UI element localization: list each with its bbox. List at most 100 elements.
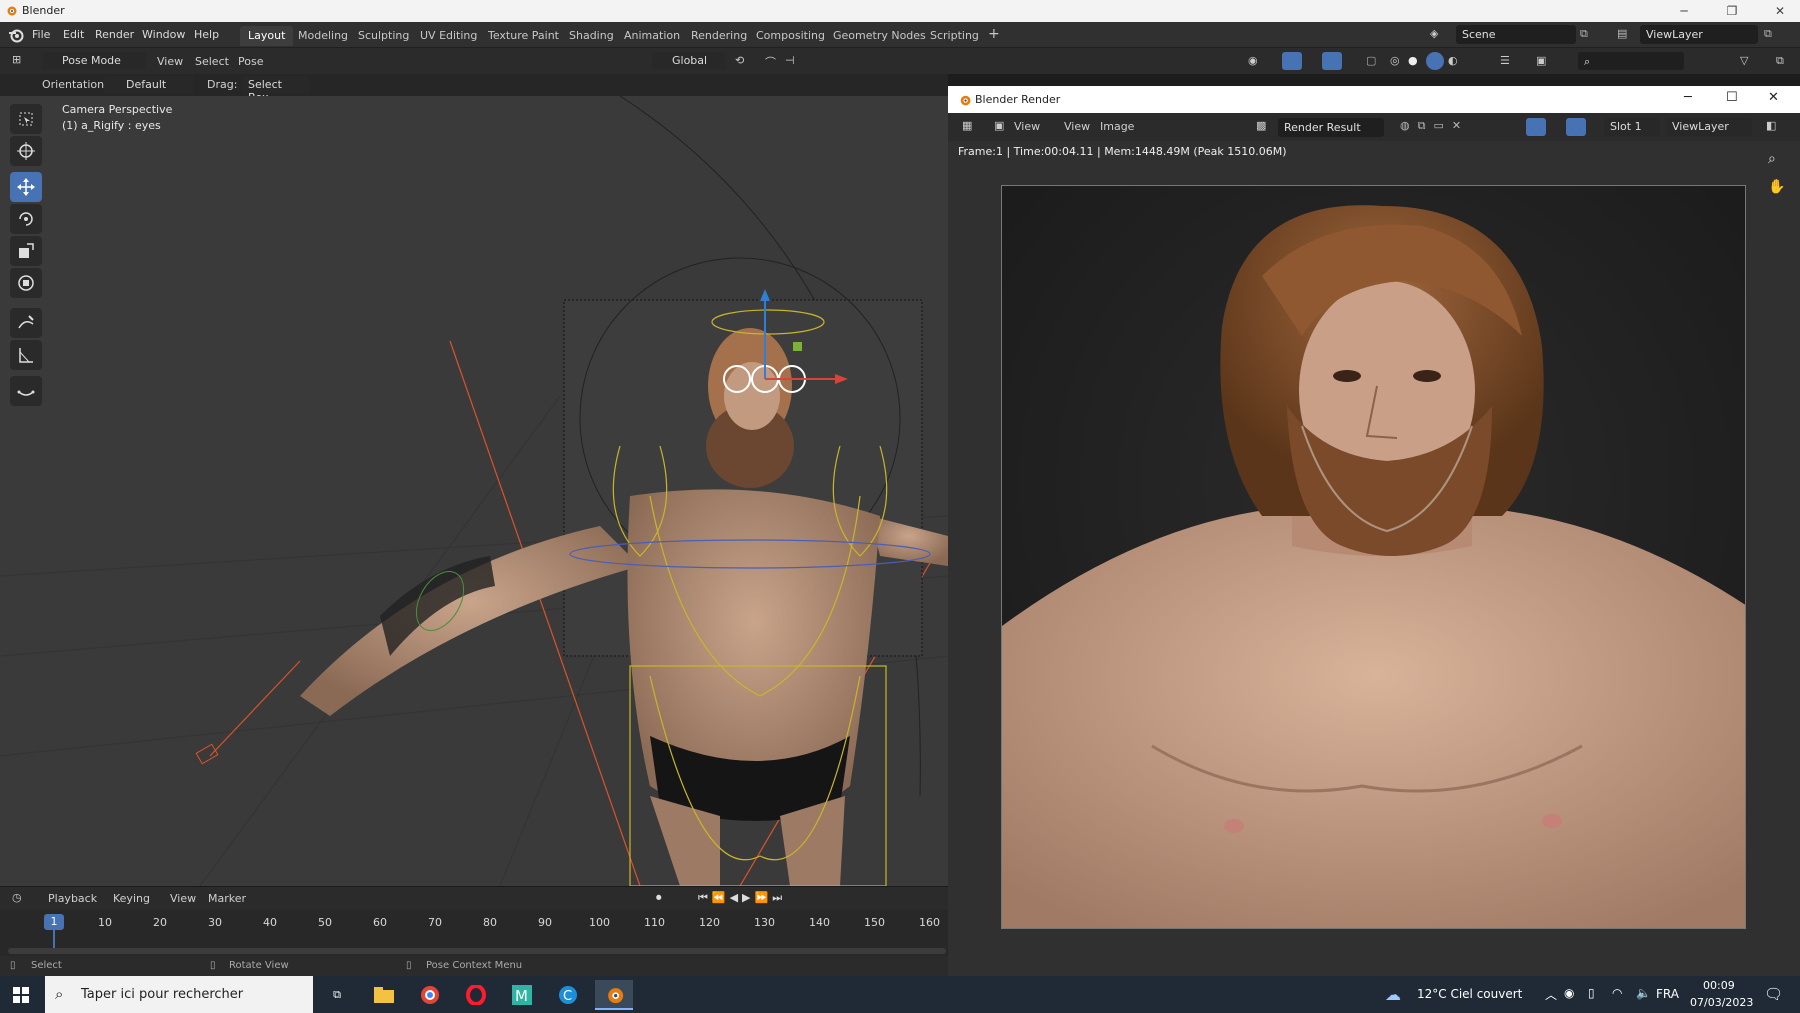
image-overlay-icon[interactable] bbox=[1566, 118, 1586, 136]
language-indicator[interactable]: FRA bbox=[1656, 987, 1679, 1001]
tab-modeling[interactable]: Modeling bbox=[290, 26, 356, 46]
menu-pose[interactable]: Pose bbox=[238, 55, 263, 68]
tab-uv-editing[interactable]: UV Editing bbox=[412, 26, 485, 46]
render-result-field[interactable]: Render Result bbox=[1278, 118, 1384, 137]
maya-icon[interactable]: M bbox=[503, 980, 541, 1010]
timeline-scrollbar[interactable] bbox=[8, 948, 946, 954]
visibility-icon[interactable]: ◉ bbox=[1248, 54, 1258, 67]
timeline-editor-icon[interactable]: ◷ bbox=[12, 891, 22, 904]
battery-icon[interactable]: ▯ bbox=[1588, 986, 1595, 1000]
view-layer-icon[interactable]: ▤ bbox=[1617, 27, 1627, 40]
menu-view[interactable]: View bbox=[157, 55, 183, 68]
select-box-tool-icon[interactable] bbox=[10, 104, 42, 134]
volume-icon[interactable]: 🔈 bbox=[1636, 986, 1651, 1000]
restore-button[interactable]: ❐ bbox=[1714, 2, 1750, 20]
file-explorer-icon[interactable] bbox=[365, 980, 403, 1010]
image-view-dropdown[interactable]: View bbox=[1014, 120, 1040, 133]
tab-layout[interactable]: Layout bbox=[240, 26, 294, 46]
new-collection-icon[interactable]: ⧉ bbox=[1776, 54, 1784, 68]
tab-texture-paint[interactable]: Texture Paint bbox=[480, 26, 567, 46]
menu-window[interactable]: Window bbox=[142, 28, 185, 41]
clock-date[interactable]: 07/03/2023 bbox=[1690, 996, 1753, 1009]
image-gizmo-icon[interactable] bbox=[1526, 118, 1546, 136]
xray-icon[interactable]: ▢ bbox=[1366, 54, 1376, 67]
proportional-icon[interactable]: ⊣ bbox=[785, 54, 795, 67]
outliner-search-input[interactable]: ⌕ bbox=[1578, 52, 1684, 70]
pan-hand-icon[interactable]: ✋ bbox=[1768, 179, 1785, 195]
wireframe-shading-icon[interactable]: ◎ bbox=[1390, 54, 1400, 67]
blender-menu-icon[interactable] bbox=[8, 27, 24, 46]
overlay-toggle-icon[interactable] bbox=[1322, 52, 1342, 70]
zoom-icon[interactable]: ⌕ bbox=[1768, 151, 1776, 167]
weather-text[interactable]: 12°C Ciel couvert bbox=[1417, 987, 1522, 1001]
tab-animation[interactable]: Animation bbox=[616, 26, 688, 46]
editor-type-icon[interactable]: ⊞ bbox=[12, 53, 21, 66]
menu-file[interactable]: File bbox=[32, 28, 50, 41]
ccleaner-icon[interactable]: C bbox=[549, 980, 587, 1010]
pivot-icon[interactable]: ⟲ bbox=[735, 54, 744, 67]
move-tool-icon[interactable] bbox=[10, 172, 42, 202]
timeline-keying-menu[interactable]: Keying bbox=[113, 892, 150, 905]
snap-icon[interactable]: ⌒ bbox=[765, 54, 776, 70]
image-browse-icon[interactable]: ▩ bbox=[1256, 119, 1266, 132]
filter-icon[interactable]: ▽ bbox=[1740, 54, 1748, 67]
measure-tool-icon[interactable] bbox=[10, 340, 42, 370]
image-editor-type-icon[interactable]: ▦ bbox=[962, 119, 972, 132]
tab-geometry-nodes[interactable]: Geometry Nodes bbox=[825, 26, 934, 46]
outliner-filter-icon[interactable]: ▣ bbox=[1536, 54, 1546, 67]
cursor-tool-icon[interactable] bbox=[10, 136, 42, 166]
orientation-dropdown[interactable]: Default bbox=[104, 76, 194, 94]
menu-render[interactable]: Render bbox=[95, 28, 134, 41]
notifications-icon[interactable]: 🗨 bbox=[1764, 985, 1783, 1003]
image-mode-icon[interactable]: ▣ bbox=[994, 119, 1004, 132]
menu-edit[interactable]: Edit bbox=[63, 28, 84, 41]
3d-viewport[interactable]: Camera Perspective (1) a_Rigify : eyes bbox=[0, 96, 948, 886]
add-workspace-icon[interactable]: + bbox=[980, 26, 1008, 46]
clock-time[interactable]: 00:09 bbox=[1703, 979, 1735, 992]
new-view-layer-icon[interactable]: ⧉ bbox=[1764, 27, 1772, 41]
tray-app-icon[interactable]: ◉ bbox=[1564, 986, 1574, 1000]
scene-icon[interactable]: ◈ bbox=[1430, 27, 1438, 40]
windows-start-icon[interactable] bbox=[2, 980, 40, 1010]
gizmo-toggle-icon[interactable] bbox=[1282, 52, 1302, 70]
opera-icon[interactable] bbox=[457, 980, 495, 1010]
playback-controls[interactable]: ⏮⏪◀▶⏩⏭ bbox=[698, 891, 786, 905]
transform-orientation-dropdown[interactable]: Global bbox=[652, 52, 726, 70]
view-layer-field[interactable]: ViewLayer bbox=[1640, 25, 1758, 44]
tab-rendering[interactable]: Rendering bbox=[683, 26, 755, 46]
timeline-playback-menu[interactable]: Playback bbox=[48, 892, 97, 905]
image-datablock-icons[interactable]: ◍⧉▭✕ bbox=[1400, 119, 1469, 133]
menu-help[interactable]: Help bbox=[194, 28, 219, 41]
menu-select[interactable]: Select bbox=[195, 55, 229, 68]
bone-roll-tool-icon[interactable] bbox=[10, 376, 42, 406]
tab-shading[interactable]: Shading bbox=[561, 26, 622, 46]
render-view-layer-dropdown[interactable]: ViewLayer bbox=[1666, 118, 1752, 136]
task-view-icon[interactable]: ⧉ bbox=[318, 980, 356, 1010]
rotate-tool-icon[interactable] bbox=[10, 204, 42, 234]
taskbar-search-box[interactable]: ⌕ Taper ici pour rechercher bbox=[45, 976, 313, 1013]
tab-sculpting[interactable]: Sculpting bbox=[350, 26, 417, 46]
weather-icon[interactable]: ☁ bbox=[1385, 985, 1401, 1004]
chrome-icon[interactable] bbox=[411, 980, 449, 1010]
material-shading-icon[interactable] bbox=[1426, 52, 1444, 70]
menu-view[interactable]: View bbox=[1064, 120, 1090, 133]
timeline-body[interactable]: 1 10 20 30 40 50 60 70 80 90 100 110 120… bbox=[0, 910, 948, 956]
display-channels-icon[interactable]: ◧ bbox=[1766, 119, 1776, 132]
solid-shading-icon[interactable]: ● bbox=[1408, 54, 1418, 67]
record-icon[interactable]: ⏺ bbox=[656, 891, 662, 905]
annotate-tool-icon[interactable] bbox=[10, 308, 42, 338]
slot-dropdown[interactable]: Slot 1 bbox=[1604, 118, 1660, 136]
scene-field[interactable]: Scene bbox=[1456, 25, 1576, 44]
menu-image[interactable]: Image bbox=[1100, 120, 1134, 133]
scale-tool-icon[interactable] bbox=[10, 236, 42, 266]
blender-taskbar-icon[interactable] bbox=[595, 980, 633, 1010]
timeline-view-menu[interactable]: View bbox=[170, 892, 196, 905]
tab-compositing[interactable]: Compositing bbox=[748, 26, 833, 46]
rendered-shading-icon[interactable]: ◐ bbox=[1448, 54, 1458, 67]
new-scene-icon[interactable]: ⧉ bbox=[1580, 27, 1588, 41]
outliner-display-icon[interactable]: ☰ bbox=[1500, 54, 1510, 67]
mode-dropdown[interactable]: Pose Mode bbox=[42, 52, 146, 70]
render-maximize-button[interactable]: ☐ bbox=[1726, 90, 1738, 105]
drag-dropdown[interactable]: Select Box bbox=[242, 76, 310, 104]
timeline-marker-menu[interactable]: Marker bbox=[208, 892, 246, 905]
